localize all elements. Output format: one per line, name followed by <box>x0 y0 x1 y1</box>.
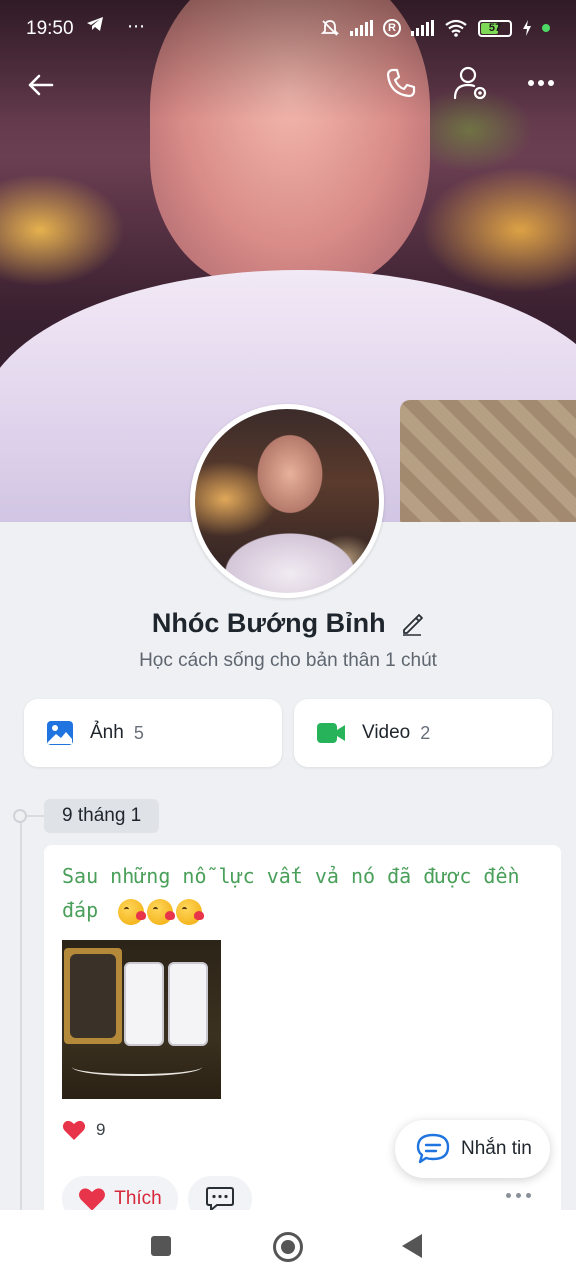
signal-icon <box>350 20 373 36</box>
profile-name-row: Nhóc Bướng Bỉnh <box>0 608 576 639</box>
recents-icon[interactable] <box>151 1236 171 1256</box>
post-text-block: Sau những nỗ lực vất vả nó đã được đền đ… <box>62 859 532 927</box>
profile-name: Nhóc Bướng Bỉnh <box>151 608 386 638</box>
photos-label: Ảnh <box>90 722 124 743</box>
photos-card[interactable]: Ảnh 5 <box>24 699 282 767</box>
photo-icon <box>47 721 73 745</box>
back-arrow-icon[interactable] <box>24 68 58 102</box>
battery-icon: 57 <box>478 19 512 37</box>
timeline-connector <box>27 815 45 817</box>
battery-level: 57 <box>488 21 502 34</box>
edit-pencil-icon[interactable] <box>400 612 424 636</box>
chat-bubble-icon <box>416 1133 450 1164</box>
timeline-line <box>20 816 22 1216</box>
like-label: Thích <box>114 1188 162 1209</box>
phone-icon[interactable] <box>384 66 418 100</box>
photos-count: 5 <box>133 722 144 743</box>
top-bar <box>0 64 576 104</box>
videos-label: Video <box>362 722 411 743</box>
profile-bio: Học cách sống cho bản thân 1 chút <box>139 650 437 671</box>
heart-icon <box>79 1188 106 1211</box>
more-options-icon[interactable] <box>524 66 558 100</box>
comment-icon <box>206 1187 234 1213</box>
reaction-count: 9 <box>96 1120 106 1139</box>
status-time: 19:50 <box>26 18 74 39</box>
post-photo[interactable] <box>62 940 221 1099</box>
photo-cable <box>72 1058 202 1076</box>
home-icon[interactable] <box>273 1232 303 1262</box>
heart-icon <box>62 1120 86 1140</box>
videos-count: 2 <box>420 722 431 743</box>
signal-icon-2 <box>411 20 434 36</box>
wifi-icon <box>445 19 467 37</box>
profile-avatar[interactable] <box>190 404 384 598</box>
videos-card[interactable]: Video 2 <box>294 699 552 767</box>
mute-icon <box>320 20 340 36</box>
timeline-dot <box>13 809 27 823</box>
user-settings-icon[interactable] <box>452 64 490 102</box>
send-message-button[interactable]: Nhắn tin <box>395 1120 550 1178</box>
post-more-options-icon[interactable] <box>506 1193 536 1203</box>
photo-phone-2 <box>168 962 208 1046</box>
system-nav-bar <box>0 1210 576 1280</box>
status-right: R 57 <box>320 18 550 38</box>
kiss-emoji-icon <box>118 898 147 925</box>
reaction-summary[interactable]: 9 <box>62 1119 105 1141</box>
status-bar: 19:50 ⋯ R 57 <box>0 12 576 46</box>
more-notifications-icon: ⋯ <box>127 16 150 36</box>
charging-icon <box>523 20 531 36</box>
cover-bag <box>400 400 576 522</box>
active-dot <box>542 24 550 32</box>
post-emojis <box>118 898 205 925</box>
timeline-date: 9 tháng 1 <box>44 799 160 833</box>
send-message-label: Nhắn tin <box>461 1138 532 1159</box>
kiss-emoji-icon <box>147 898 176 925</box>
photo-phone-1 <box>124 962 164 1046</box>
photo-box <box>64 948 122 1044</box>
telegram-icon: ⋯ <box>86 16 149 37</box>
roaming-icon: R <box>383 19 401 37</box>
kiss-emoji-icon <box>176 898 205 925</box>
video-camera-icon <box>317 723 345 743</box>
back-triangle-icon[interactable] <box>402 1234 422 1258</box>
